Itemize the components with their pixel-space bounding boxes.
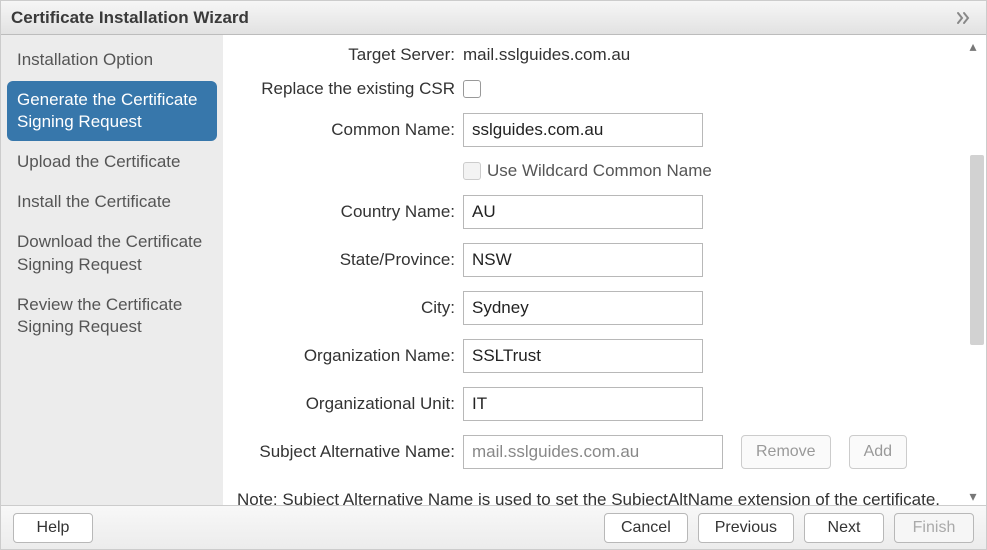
label-state: State/Province: — [233, 250, 463, 270]
add-button[interactable]: Add — [849, 435, 907, 469]
sidebar-item-label: Install the Certificate — [17, 192, 171, 211]
window-title: Certificate Installation Wizard — [11, 8, 249, 28]
scrollbar-thumb[interactable] — [970, 155, 984, 345]
row-country: Country Name: — [233, 195, 958, 229]
label-country: Country Name: — [233, 202, 463, 222]
row-org: Organization Name: — [233, 339, 958, 373]
input-common-name[interactable] — [463, 113, 703, 147]
sidebar-item-download-csr[interactable]: Download the Certificate Signing Request — [7, 223, 217, 283]
row-city: City: — [233, 291, 958, 325]
sidebar: Installation Option Generate the Certifi… — [1, 35, 223, 507]
row-target-server: Target Server: mail.sslguides.com.au — [233, 45, 958, 65]
scroll-down-icon[interactable]: ▾ — [964, 489, 982, 503]
label-ou: Organizational Unit: — [233, 394, 463, 414]
value-target-server: mail.sslguides.com.au — [463, 45, 958, 65]
label-city: City: — [233, 298, 463, 318]
label-target-server: Target Server: — [233, 45, 463, 65]
sidebar-item-install-option[interactable]: Installation Option — [7, 41, 217, 79]
cancel-button[interactable]: Cancel — [604, 513, 688, 543]
finish-button[interactable]: Finish — [894, 513, 974, 543]
checkbox-replace-csr[interactable] — [463, 80, 481, 98]
input-san[interactable] — [463, 435, 723, 469]
label-san: Subject Alternative Name: — [233, 442, 463, 462]
label-replace-csr: Replace the existing CSR — [233, 79, 463, 99]
input-state[interactable] — [463, 243, 703, 277]
next-button[interactable]: Next — [804, 513, 884, 543]
scroll-up-icon[interactable]: ▴ — [964, 39, 982, 53]
input-ou[interactable] — [463, 387, 703, 421]
sidebar-item-install-cert[interactable]: Install the Certificate — [7, 183, 217, 221]
label-wildcard: Use Wildcard Common Name — [487, 161, 712, 181]
sidebar-item-label: Generate the Certificate Signing Request — [17, 90, 197, 131]
row-wildcard: Use Wildcard Common Name — [233, 161, 958, 181]
sidebar-item-label: Download the Certificate Signing Request — [17, 232, 202, 273]
input-org[interactable] — [463, 339, 703, 373]
row-replace-csr: Replace the existing CSR — [233, 79, 958, 99]
row-san: Subject Alternative Name: Remove Add — [233, 435, 958, 469]
sidebar-item-review-csr[interactable]: Review the Certificate Signing Request — [7, 286, 217, 346]
sidebar-item-label: Installation Option — [17, 50, 153, 69]
main-area: Installation Option Generate the Certifi… — [1, 35, 986, 507]
row-state: State/Province: — [233, 243, 958, 277]
sidebar-item-upload-cert[interactable]: Upload the Certificate — [7, 143, 217, 181]
titlebar: Certificate Installation Wizard — [1, 1, 986, 35]
previous-button[interactable]: Previous — [698, 513, 794, 543]
checkbox-wildcard[interactable] — [463, 162, 481, 180]
row-common-name: Common Name: — [233, 113, 958, 147]
sidebar-item-label: Upload the Certificate — [17, 152, 180, 171]
row-ou: Organizational Unit: — [233, 387, 958, 421]
input-city[interactable] — [463, 291, 703, 325]
content-wrapper: Target Server: mail.sslguides.com.au Rep… — [223, 35, 986, 507]
label-common-name: Common Name: — [233, 120, 463, 140]
expand-icon[interactable] — [956, 11, 976, 25]
form-panel: Target Server: mail.sslguides.com.au Rep… — [223, 35, 986, 507]
input-country[interactable] — [463, 195, 703, 229]
sidebar-item-generate-csr[interactable]: Generate the Certificate Signing Request — [7, 81, 217, 141]
help-button[interactable]: Help — [13, 513, 93, 543]
footer: Help Cancel Previous Next Finish — [1, 505, 986, 549]
remove-button[interactable]: Remove — [741, 435, 831, 469]
label-org: Organization Name: — [233, 346, 463, 366]
sidebar-item-label: Review the Certificate Signing Request — [17, 295, 182, 336]
